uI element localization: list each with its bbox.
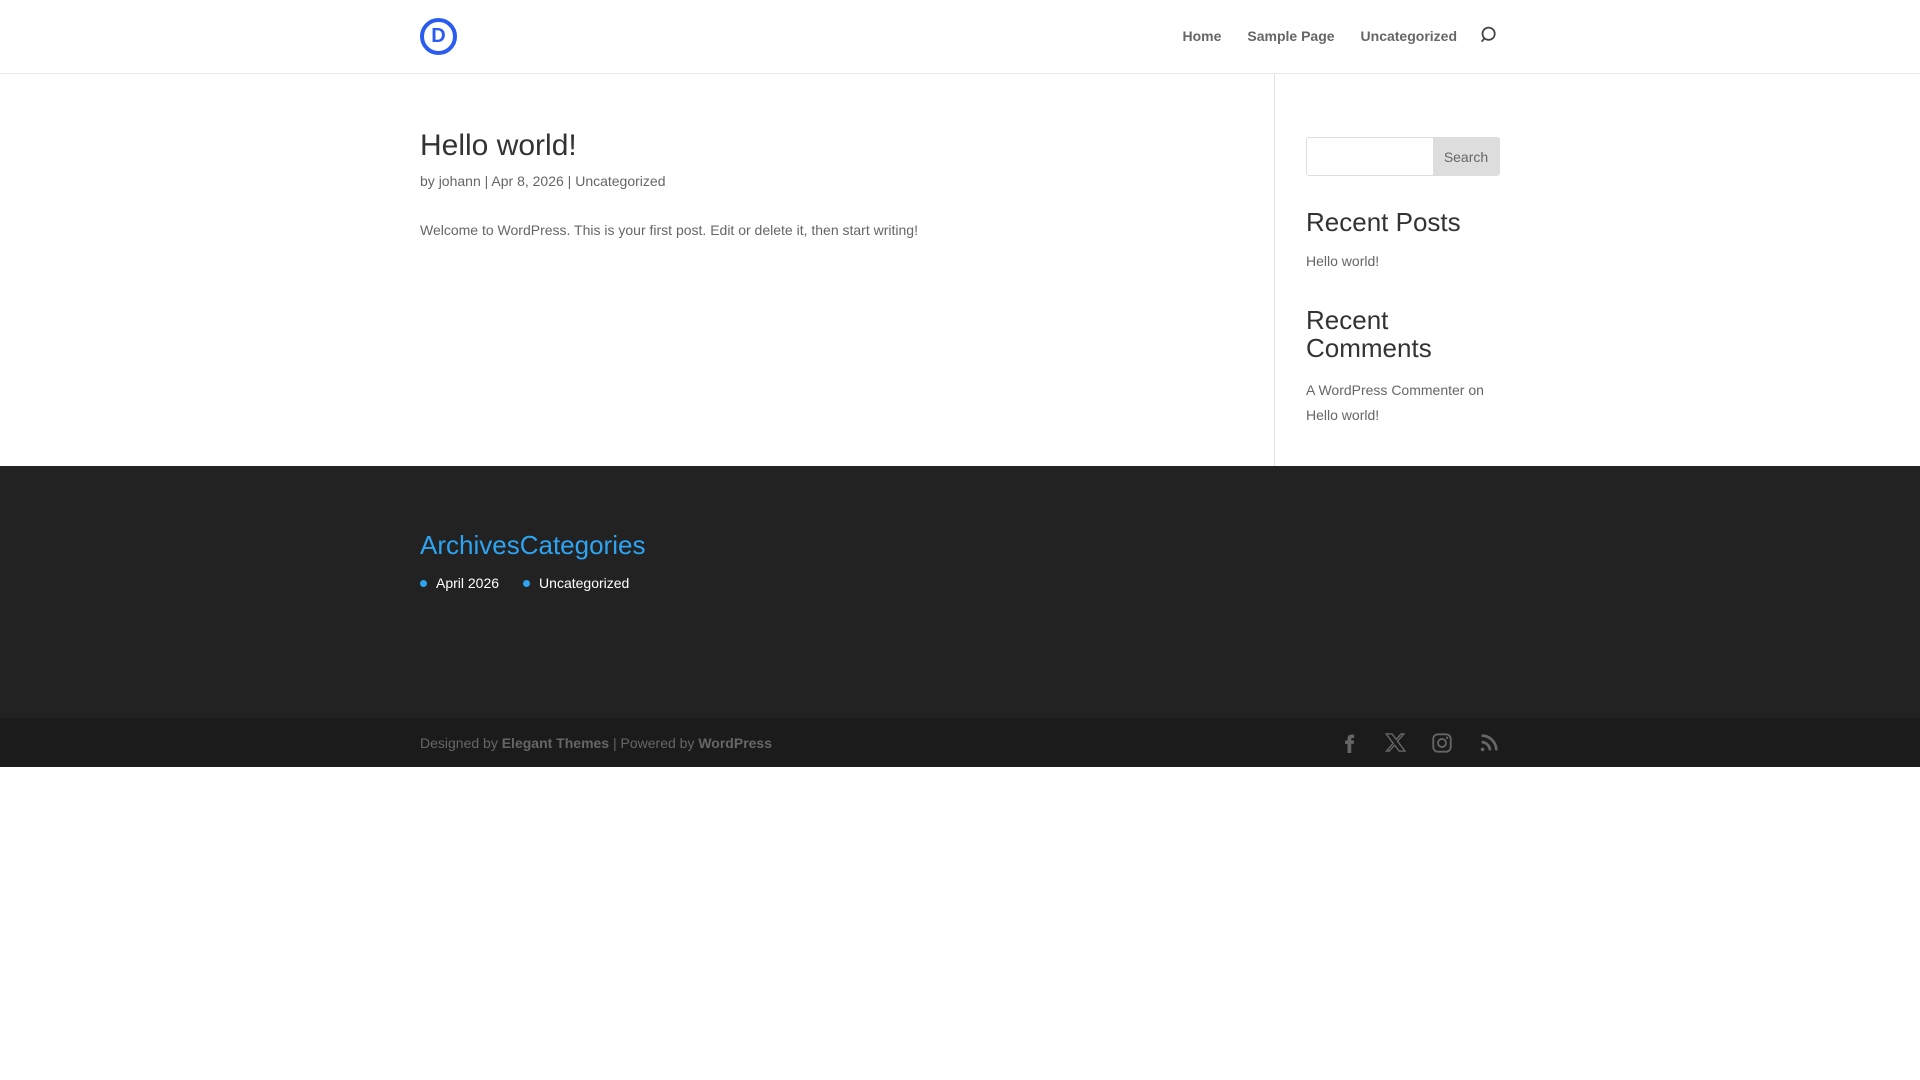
- site-footer: ArchivesCategories April 2026 Uncategori…: [0, 466, 1920, 718]
- x-twitter-link[interactable]: [1385, 732, 1406, 753]
- comment-post-link[interactable]: Hello world!: [1306, 407, 1379, 423]
- meta-category-link[interactable]: Uncategorized: [575, 173, 665, 189]
- primary-nav: Home Sample Page Uncategorized: [1182, 25, 1500, 49]
- site-logo[interactable]: D: [420, 18, 457, 55]
- meta-by-label: by: [420, 173, 435, 189]
- archives-widget-title: Archives: [420, 530, 520, 560]
- footer-bottom-bar: Designed by Elegant Themes | Powered by …: [0, 718, 1920, 767]
- nav-item-uncategorized: Uncategorized: [1361, 28, 1457, 46]
- post-title-link[interactable]: Hello world!: [420, 129, 577, 162]
- nav-item-home: Home: [1182, 28, 1221, 46]
- rss-link[interactable]: [1478, 732, 1500, 754]
- sidebar-search-submit-button[interactable]: Search: [1433, 138, 1499, 175]
- page: D Home Sample Page Uncategorized Hello w…: [0, 0, 1920, 1080]
- post-article: Hello world! by johann | Apr 8, 2026 | U…: [420, 74, 1254, 243]
- instagram-icon: [1431, 732, 1453, 754]
- logo-letter: D: [431, 24, 446, 47]
- meta-separator: |: [567, 173, 572, 189]
- rss-icon: [1478, 732, 1500, 754]
- post-meta: by johann | Apr 8, 2026 | Uncategorized: [420, 173, 1254, 189]
- divi-logo-icon: D: [420, 18, 457, 55]
- sidebar: Search Recent Posts Hello world! Recent …: [1306, 74, 1500, 428]
- category-link[interactable]: Uncategorized: [539, 575, 629, 591]
- facebook-icon: [1340, 733, 1360, 753]
- meta-date-link[interactable]: Apr 8, 2026: [491, 173, 563, 189]
- recent-posts-title: Recent Posts: [1306, 207, 1461, 237]
- sidebar-search-form: Search: [1306, 137, 1500, 176]
- nav-link-home[interactable]: Home: [1182, 28, 1221, 44]
- footer-widget-titles: ArchivesCategories: [420, 532, 1500, 558]
- x-twitter-icon: [1385, 732, 1406, 753]
- facebook-link[interactable]: [1340, 733, 1360, 753]
- footer-widget-lists: April 2026 Uncategorized: [420, 575, 1500, 591]
- footer-credits: Designed by Elegant Themes | Powered by …: [420, 735, 772, 751]
- nav-link-uncategorized[interactable]: Uncategorized: [1361, 28, 1457, 44]
- nav-item-sample-page: Sample Page: [1247, 28, 1334, 46]
- nav-list: Home Sample Page Uncategorized: [1182, 28, 1457, 46]
- recent-post-link[interactable]: Hello world!: [1306, 253, 1379, 269]
- elegant-themes-link[interactable]: Elegant Themes: [502, 735, 609, 751]
- comment-author-link[interactable]: A WordPress Commenter: [1306, 382, 1464, 398]
- site-header: D Home Sample Page Uncategorized: [0, 0, 1920, 74]
- content-sidebar-divider: [1274, 74, 1275, 466]
- bullet-icon: [420, 579, 427, 587]
- meta-author-link[interactable]: johann: [439, 173, 481, 189]
- categories-list-item: Uncategorized: [523, 575, 629, 591]
- header-search-button[interactable]: [1479, 25, 1500, 49]
- recent-posts-list: Hello world!: [1306, 249, 1500, 274]
- social-links: [1340, 732, 1500, 754]
- list-item: Hello world!: [1306, 249, 1500, 274]
- archive-link[interactable]: April 2026: [436, 575, 499, 591]
- nav-link-sample-page[interactable]: Sample Page: [1247, 28, 1334, 44]
- bullet-icon: [523, 579, 531, 587]
- archives-list-item: April 2026: [420, 575, 499, 591]
- instagram-link[interactable]: [1431, 732, 1453, 754]
- categories-widget-title: Categories: [519, 530, 646, 560]
- comment-connector: on: [1468, 382, 1484, 399]
- post-title: Hello world!: [420, 129, 1254, 162]
- recent-comments-title: Recent Comments: [1306, 305, 1432, 363]
- powered-by-label: | Powered by: [612, 734, 695, 751]
- main-content: Hello world! by johann | Apr 8, 2026 | U…: [0, 74, 1920, 466]
- post-excerpt: Welcome to WordPress. This is your first…: [420, 222, 918, 238]
- sidebar-search-input[interactable]: [1307, 138, 1433, 175]
- wordpress-link[interactable]: WordPress: [698, 735, 772, 751]
- designed-by-label: Designed by: [420, 734, 498, 751]
- search-icon: [1479, 25, 1500, 49]
- recent-comment-item: A WordPress Commenter on Hello world!: [1306, 378, 1500, 428]
- meta-separator: |: [484, 173, 489, 189]
